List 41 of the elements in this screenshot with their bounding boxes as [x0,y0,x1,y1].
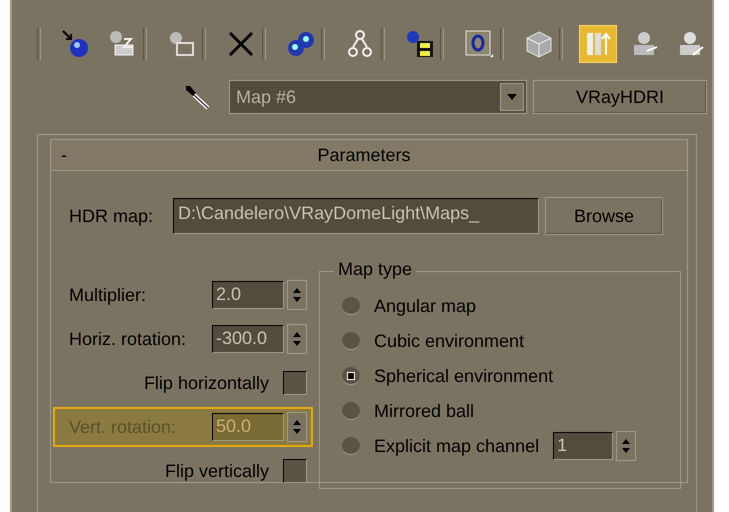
radio-button[interactable] [342,332,360,350]
caret-icon [507,94,517,100]
checkbox-label[interactable]: Flip horizontally [144,372,269,394]
option-label[interactable]: Mirrored ball [374,400,474,422]
spinner-arrows[interactable] [287,412,307,442]
radio-button[interactable] [342,402,360,420]
checkbox-label[interactable]: Flip vertically [164,460,269,482]
radio-button[interactable] [342,437,360,455]
option-label[interactable]: Cubic environment [374,330,524,352]
option-label[interactable]: Angular map [374,296,476,316]
option-label[interactable]: Explicit map channel [374,436,540,456]
radio-button[interactable] [342,297,360,315]
spheres-icon [286,29,316,59]
close-icon [226,29,256,59]
browse-button[interactable]: Browse [545,197,664,235]
tree-icon [345,29,375,59]
option-label[interactable]: Spherical environment [374,366,554,386]
number-field[interactable]: -300.0 [212,325,284,353]
number-field[interactable]: 2.0 [212,281,284,309]
field-label: Horiz. rotation: [69,328,186,350]
checkbox[interactable] [283,371,307,395]
spinner-arrows[interactable] [616,431,636,461]
number-field[interactable]: 50.0 [212,413,284,441]
spinner-arrows[interactable] [287,324,307,354]
field-label: HDR map: [69,206,154,226]
sphere-arrow-icon [61,29,91,59]
zero-box-icon [464,29,494,59]
checkbox[interactable] [283,459,307,483]
number-field[interactable]: 1 [553,432,614,460]
field-label: Multiplier: [69,284,146,306]
cube-icon [524,29,554,59]
map-type-button[interactable]: VRayHDRI [533,80,707,114]
rollout-title: Parameters [316,144,412,166]
sphere-disk-icon [404,29,434,59]
collapse-toggle[interactable]: - [61,144,81,166]
eyedropper-icon[interactable] [183,83,211,111]
map-name-dropdown[interactable]: Map #6 [229,80,527,114]
spinner-arrows[interactable] [287,280,307,310]
rollout-header[interactable]: - Parameters [50,139,688,171]
radio-button[interactable] [342,367,360,385]
path-field[interactable]: D:\Candelero\VRayDomeLight\Maps_ [173,198,540,234]
